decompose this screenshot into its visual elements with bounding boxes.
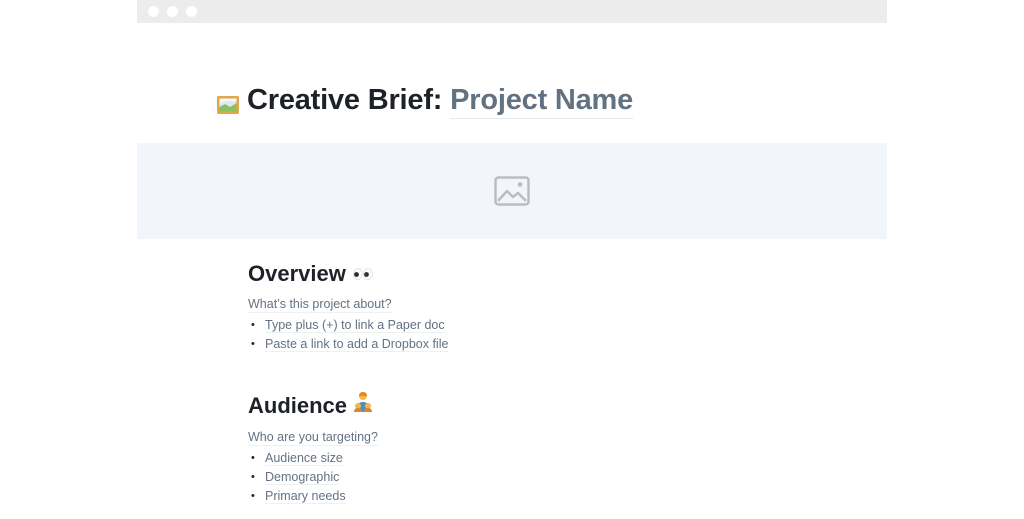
- document-title[interactable]: Creative Brief: Project Name: [217, 84, 633, 119]
- title-prefix: Creative Brief:: [247, 84, 451, 116]
- eyes-icon: [352, 260, 374, 286]
- heading-text: Audience: [248, 393, 348, 418]
- list-item[interactable]: Type plus (+) to link a Paper doc: [251, 316, 448, 335]
- cover-image-placeholder[interactable]: [137, 143, 887, 239]
- list-item-text: Type plus (+) to link a Paper doc: [265, 318, 445, 334]
- image-placeholder-icon: [494, 176, 530, 206]
- section-prompt[interactable]: What’s this project about?: [248, 296, 392, 314]
- list-item-text: Primary needs: [265, 489, 346, 505]
- maximize-window-button[interactable]: [186, 6, 197, 17]
- section-prompt[interactable]: Who are you targeting?: [248, 429, 378, 447]
- heading-text: Overview: [248, 261, 346, 286]
- project-name-placeholder[interactable]: Project Name: [450, 84, 633, 119]
- list-item-text: Audience size: [265, 451, 343, 467]
- minimize-window-button[interactable]: [167, 6, 178, 17]
- list-item[interactable]: Audience size: [251, 449, 378, 468]
- window-titlebar: [137, 0, 887, 23]
- bullet-list: Audience size Demographic Primary needs: [248, 449, 378, 506]
- section-audience: Audience Who are you targeting? Audience…: [248, 391, 378, 506]
- list-item-text: Paste a link to add a Dropbox file: [265, 337, 449, 353]
- list-item[interactable]: Primary needs: [251, 487, 378, 506]
- list-item[interactable]: Demographic: [251, 468, 378, 487]
- bullet-list: Type plus (+) to link a Paper doc Paste …: [248, 316, 449, 354]
- section-heading: Overview: [248, 261, 448, 288]
- browser-window: Creative Brief: Project Name Overview Wh…: [137, 0, 887, 519]
- list-item-text: Demographic: [265, 470, 340, 486]
- section-heading: Audience: [248, 391, 378, 421]
- family-icon: [353, 391, 373, 419]
- list-item[interactable]: Paste a link to add a Dropbox file: [251, 335, 449, 354]
- framed-picture-icon: [217, 89, 239, 115]
- close-window-button[interactable]: [148, 6, 159, 17]
- section-overview: Overview What’s this project about? Type…: [248, 261, 449, 354]
